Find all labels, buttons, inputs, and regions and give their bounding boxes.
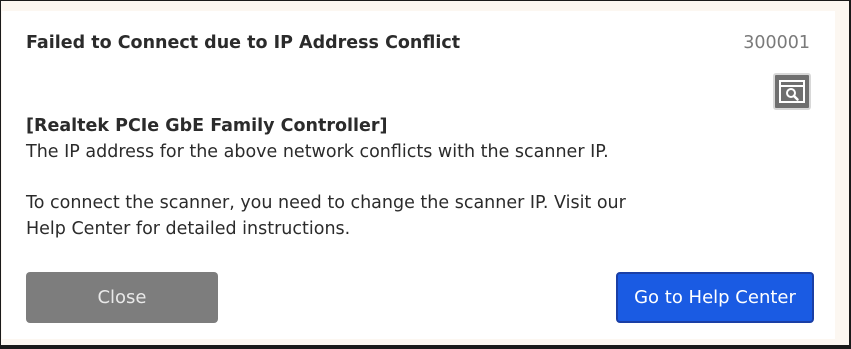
window-edge bbox=[835, 11, 849, 339]
instruction-line-2: Help Center for detailed instructions. bbox=[26, 219, 351, 239]
search-window-icon bbox=[779, 80, 805, 103]
instruction-line-1: To connect the scanner, you need to chan… bbox=[26, 193, 626, 213]
window-frame: Failed to Connect due to IP Address Conf… bbox=[0, 0, 851, 349]
error-dialog: Failed to Connect due to IP Address Conf… bbox=[2, 11, 835, 339]
search-window-button[interactable] bbox=[773, 73, 811, 110]
dialog-title: Failed to Connect due to IP Address Conf… bbox=[26, 33, 461, 53]
conflict-message: The IP address for the above network con… bbox=[26, 142, 609, 162]
go-to-help-center-button[interactable]: Go to Help Center bbox=[616, 272, 814, 323]
adapter-name: [Realtek PCIe GbE Family Controller] bbox=[26, 116, 388, 136]
close-button[interactable]: Close bbox=[26, 272, 218, 323]
dialog-message: [Realtek PCIe GbE Family Controller] The… bbox=[26, 113, 626, 242]
error-code: 300001 bbox=[743, 33, 810, 53]
window-background: Failed to Connect due to IP Address Conf… bbox=[1, 1, 849, 345]
